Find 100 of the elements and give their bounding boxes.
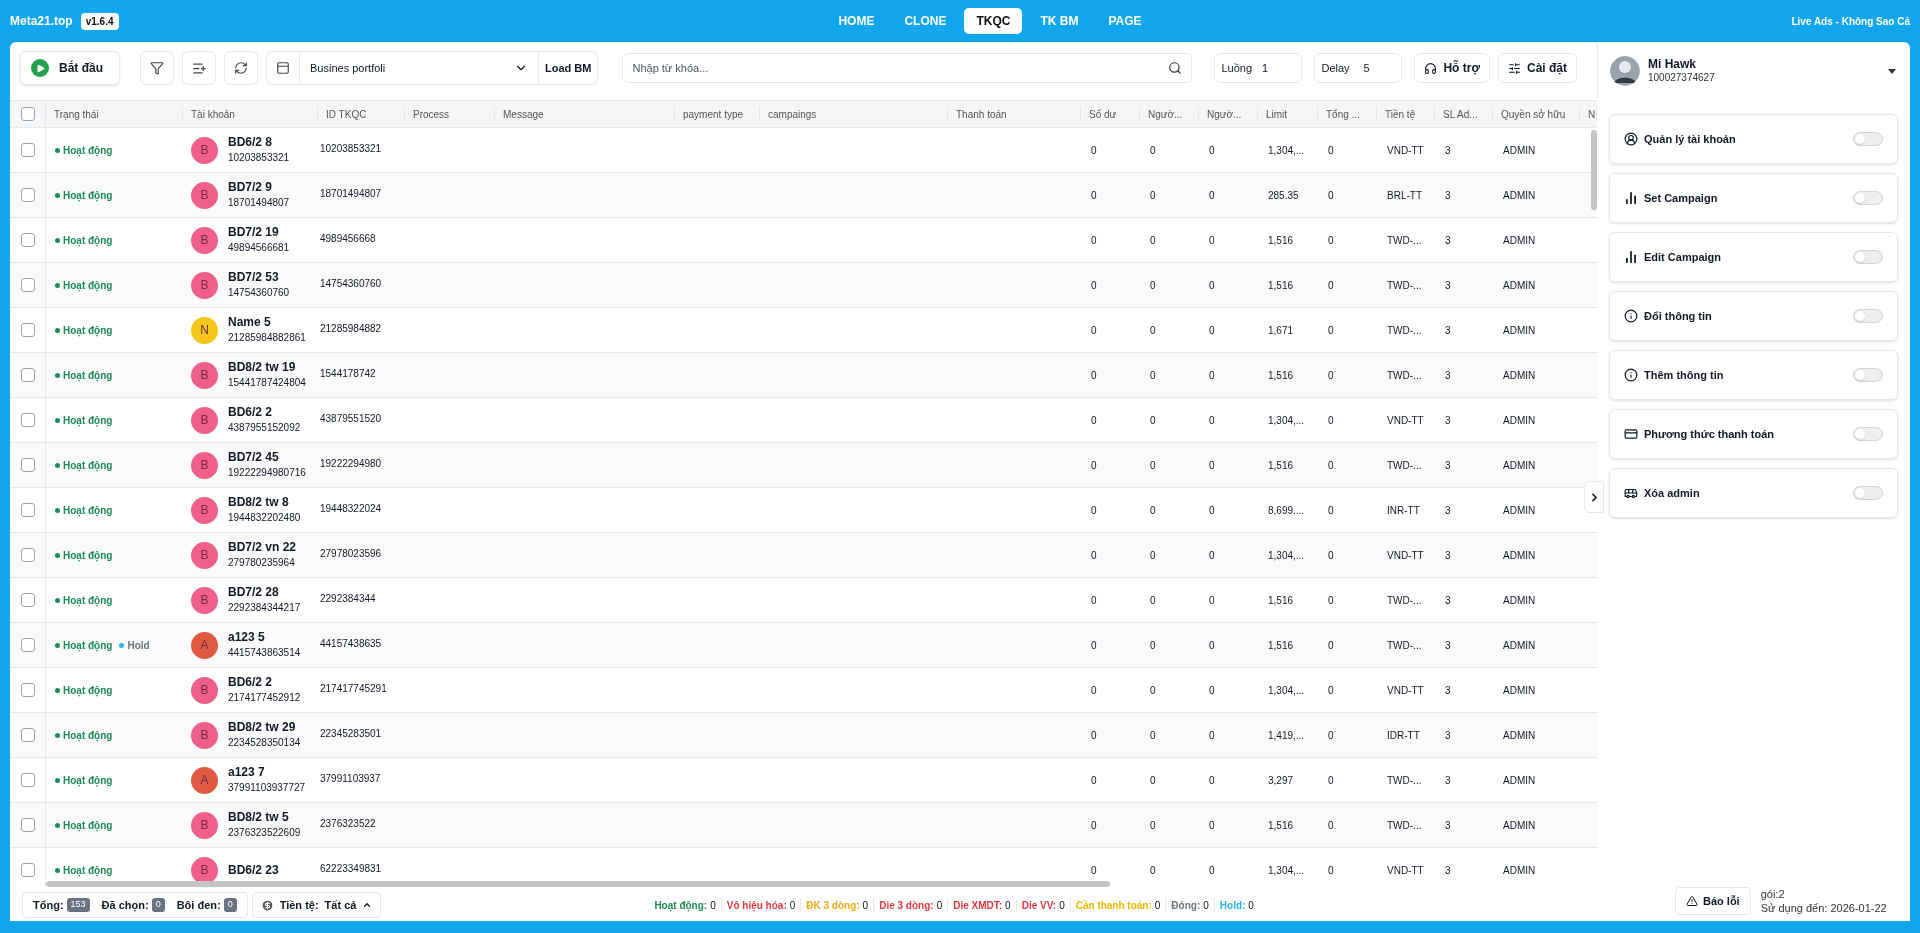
status-label: Hoạt động (63, 683, 113, 698)
checkbox[interactable] (20, 413, 35, 428)
ad-account-id: 4989456668 (320, 233, 376, 245)
checkbox[interactable] (20, 323, 35, 338)
support-button[interactable]: Hỗ trợ (1414, 53, 1490, 84)
toggle-switch[interactable] (1853, 250, 1883, 264)
table-cell-text: 0 (1209, 728, 1215, 743)
checkbox[interactable] (20, 863, 35, 878)
checkbox[interactable] (20, 818, 35, 833)
nav-tab[interactable]: TKQC (964, 8, 1023, 34)
checkbox[interactable] (20, 278, 35, 293)
account-name: BD7/2 19 (228, 225, 280, 241)
table-cell-text: 0 (1328, 548, 1334, 563)
ad-account-id: 43879551520 (320, 413, 382, 425)
table-cell-text: 3 (1445, 638, 1451, 653)
table-cell-text: 0 (1328, 368, 1334, 383)
add-column-button[interactable] (182, 51, 216, 86)
status-count-label: Cần thanh toán: (1075, 898, 1152, 913)
account-id: 14754360760 (228, 286, 290, 301)
status-count-label: Die 3 dòng: (879, 898, 934, 913)
table-cell-text: VND-TT (1387, 863, 1424, 878)
avatar: B (191, 541, 218, 569)
toggle-switch[interactable] (1853, 427, 1883, 441)
toggle-switch[interactable] (1853, 309, 1883, 323)
account-id: 2234528350134 (228, 736, 301, 751)
checkbox[interactable] (20, 773, 35, 788)
toggle-switch[interactable] (1853, 132, 1883, 146)
tool-card[interactable]: Thêm thông tin (1609, 350, 1898, 400)
dropdown-caret-icon[interactable] (1888, 68, 1896, 74)
portfolio-select[interactable]: Busines portfoli (300, 51, 538, 86)
user-name: Mi Hawk (1648, 57, 1697, 71)
checkbox[interactable] (20, 188, 35, 203)
toggle-switch[interactable] (1853, 368, 1883, 382)
delay-field[interactable]: Delay 5 (1314, 53, 1403, 84)
table-cell-text: 0 (1150, 278, 1156, 293)
search-field[interactable]: Nhập từ khóa... (622, 53, 1193, 84)
status-label: Hoạt động (63, 458, 113, 473)
column-header: Quyền sở hữu (1501, 107, 1566, 122)
vertical-scrollbar[interactable] (1591, 130, 1597, 211)
threads-field[interactable]: Luồng 1 (1214, 53, 1303, 84)
expand-panel-button[interactable] (1584, 481, 1604, 514)
card-icon (1624, 427, 1638, 441)
checkbox[interactable] (20, 143, 35, 158)
column-header: Số dư (1089, 107, 1117, 122)
account-id: 279780235964 (228, 556, 296, 571)
checkbox[interactable] (20, 593, 35, 608)
checkbox[interactable] (20, 683, 35, 698)
tool-card[interactable]: Xóa admin (1609, 468, 1898, 518)
ad-account-id: 22345283501 (320, 728, 382, 740)
account-id: 4415743863514 (228, 646, 301, 661)
avatar: B (191, 451, 218, 479)
layout-button[interactable] (266, 51, 300, 86)
checkbox[interactable] (20, 233, 35, 248)
status-label: Hoạt động (63, 503, 113, 518)
table-cell-text: 1,671 (1268, 323, 1294, 338)
checkbox[interactable] (20, 548, 35, 563)
toggle-switch[interactable] (1853, 486, 1883, 500)
table-cell-text: 0 (1209, 233, 1215, 248)
refresh-button[interactable] (224, 51, 258, 86)
column-header: Tiền tệ (1385, 107, 1416, 122)
table-cell-text: ADMIN (1503, 143, 1536, 158)
status-count: 0 (710, 898, 716, 913)
horizontal-scrollbar[interactable] (46, 881, 1110, 888)
currency-filter[interactable]: Tiền tệ: Tất cả (251, 892, 382, 919)
toggle-switch[interactable] (1853, 191, 1883, 205)
account-name: BD6/2 23 (228, 862, 279, 878)
table-cell-text: ADMIN (1503, 368, 1536, 383)
account-name: BD7/2 vn 22 (228, 540, 297, 556)
table-cell-text: 0 (1091, 683, 1097, 698)
tool-card[interactable]: Quản lý tài khoản (1609, 114, 1898, 164)
column-header: Tài khoản (191, 107, 235, 122)
account-id: 10203853321 (228, 151, 290, 166)
filter-button[interactable] (140, 51, 174, 86)
load-bm-button[interactable]: Load BM (538, 51, 599, 86)
checkbox[interactable] (20, 728, 35, 743)
table-cell-text: 0 (1209, 548, 1215, 563)
table-cell-text: ADMIN (1503, 233, 1536, 248)
table-cell-text: VND-TT (1387, 548, 1424, 563)
avatar: B (191, 136, 218, 164)
start-button[interactable]: Bắt đầu (20, 51, 120, 86)
checkbox[interactable] (20, 503, 35, 518)
status-count: 0 (789, 898, 796, 913)
tool-card[interactable]: Edit Campaign (1609, 232, 1898, 282)
tool-card[interactable]: Đổi thông tin (1609, 291, 1898, 341)
table-cell-text: 0 (1209, 368, 1215, 383)
report-button[interactable]: Báo lỗi (1675, 887, 1751, 915)
column-header: payment type (683, 107, 744, 122)
table-cell-text: 1,419,... (1268, 728, 1305, 743)
table-cell-text: 0 (1328, 683, 1334, 698)
tool-card[interactable]: Set Campaign (1609, 173, 1898, 223)
checkbox[interactable] (20, 638, 35, 653)
checkbox[interactable] (20, 458, 35, 473)
settings-button[interactable]: Cài đặt (1498, 53, 1577, 84)
status-count-label: Vô hiệu hóa: (726, 898, 787, 913)
table-cell-text: 3 (1445, 728, 1451, 743)
avatar: B (191, 721, 218, 749)
tool-card[interactable]: Phương thức thanh toán (1609, 409, 1898, 459)
table-cell-text: 1,516 (1268, 638, 1294, 653)
checkbox[interactable] (20, 107, 35, 122)
checkbox[interactable] (20, 368, 35, 383)
